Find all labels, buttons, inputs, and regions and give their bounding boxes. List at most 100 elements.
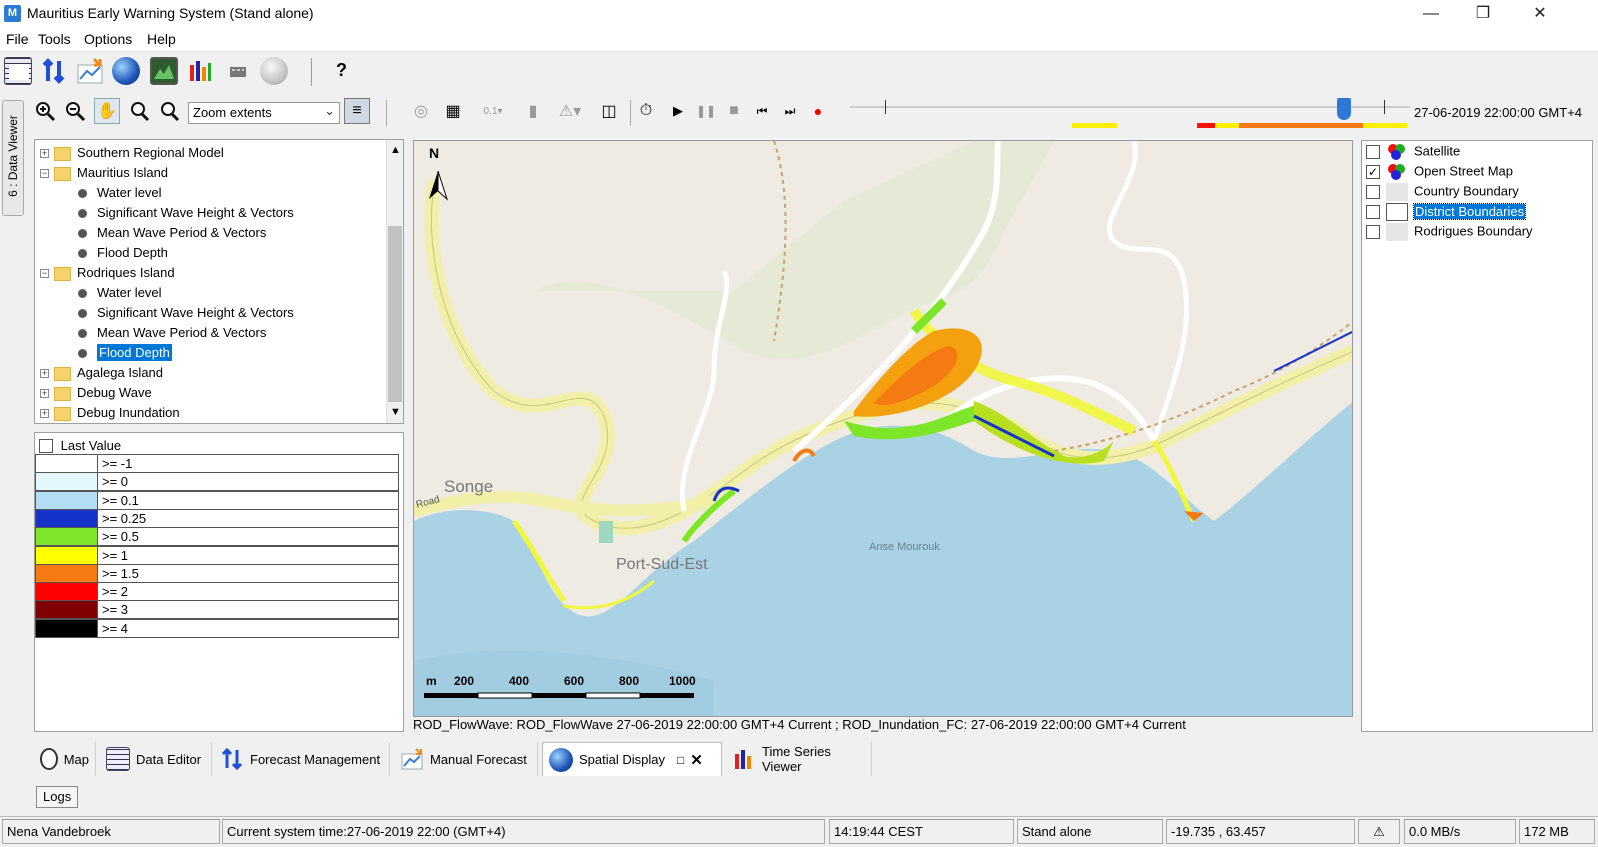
status-mode: Stand alone [1017, 819, 1163, 844]
time-slider-track[interactable] [850, 106, 1410, 108]
warning-icon[interactable]: ⚠ [1358, 819, 1400, 844]
scroll-up-icon[interactable]: ▲ [390, 144, 401, 156]
scale-tick-label: 200 [454, 674, 475, 688]
tab-map[interactable]: Map [34, 742, 96, 776]
tree-folder[interactable]: + Debug Wave [40, 383, 152, 403]
layer-checkbox[interactable]: ✓ [1366, 164, 1380, 179]
tree-folder[interactable]: − Mauritius Island [40, 163, 168, 183]
minimize-button[interactable]: — [1408, 0, 1454, 28]
timeline-warning-bar [1197, 123, 1215, 128]
layer-row[interactable]: ✓ Open Street Map [1366, 161, 1513, 181]
menu-help[interactable]: Help [147, 31, 176, 47]
wiki-icon[interactable] [260, 57, 288, 85]
map-canvas[interactable]: N Songe Port-Sud-Est Anse Mourouk Road m… [413, 140, 1353, 717]
layer-row[interactable]: District Boundaries [1366, 201, 1527, 221]
tree-item[interactable]: Flood Depth [78, 343, 172, 363]
database-icon[interactable] [224, 57, 252, 85]
close-window-button[interactable]: ✕ [1517, 0, 1563, 28]
collapse-icon[interactable]: − [40, 269, 49, 279]
grid-icon[interactable]: ▦ [440, 98, 466, 124]
logs-button[interactable]: Logs [36, 786, 79, 808]
last-value-checkbox[interactable] [39, 438, 53, 453]
tree-scrollbar[interactable]: ▲ ▼ [386, 140, 403, 423]
time-series-icon [732, 747, 756, 771]
animation-icon[interactable]: ◫ [596, 98, 622, 124]
zoom-in-icon[interactable] [32, 98, 58, 124]
tree-item[interactable]: Water level [78, 183, 162, 203]
forecast-management-icon[interactable] [40, 57, 68, 85]
expand-icon[interactable]: + [40, 369, 49, 379]
skip-forward-icon[interactable]: ⏭ [777, 98, 803, 124]
skip-back-icon[interactable]: ⏮ [749, 98, 775, 124]
collapse-icon[interactable]: − [40, 169, 49, 179]
tab-forecast-management[interactable]: Forecast Management [214, 742, 390, 776]
tab-data-editor[interactable]: Data Editor [100, 742, 212, 776]
tree-item[interactable]: Significant Wave Height & Vectors [78, 303, 294, 323]
spatial-display-icon [549, 747, 573, 772]
zoom-extents-select[interactable]: Zoom extents ⌄ [188, 102, 340, 124]
record-icon[interactable]: ● [805, 98, 831, 124]
zoom-previous-icon[interactable] [126, 98, 152, 124]
tree-folder[interactable]: − Rodriques Island [40, 263, 175, 283]
expand-icon[interactable]: + [40, 409, 49, 419]
layer-checkbox[interactable] [1366, 224, 1380, 239]
time-slider-handle[interactable] [1337, 98, 1351, 120]
play-icon[interactable]: ▶ [665, 98, 691, 124]
tree-item[interactable]: Mean Wave Period & Vectors [78, 223, 266, 243]
colorbar-icon[interactable]: ▮ [520, 98, 546, 124]
tree-scroll-thumb[interactable] [388, 226, 402, 402]
spatial-display-icon[interactable] [112, 57, 140, 85]
help-button[interactable]: ? [336, 60, 347, 81]
tree-folder[interactable]: + Agalega Island [40, 363, 163, 383]
tab-spatial-display[interactable]: Spatial Display □ ✕ [542, 742, 722, 776]
layer-checkbox[interactable] [1366, 144, 1380, 159]
place-label-songe: Songe [444, 477, 494, 496]
pan-hand-icon[interactable]: ✋ [94, 98, 120, 124]
layer-label: Rodrigues Boundary [1414, 223, 1533, 239]
timer-icon[interactable]: ⏱ [633, 98, 659, 124]
globe-icon [40, 748, 58, 770]
expand-icon[interactable]: + [40, 149, 49, 159]
last-value-checkbox-row[interactable]: Last Value [39, 437, 121, 453]
stop-icon[interactable]: ■ [721, 98, 747, 124]
close-tab-icon[interactable]: ✕ [690, 751, 703, 769]
tree-folder[interactable]: + Southern Regional Model [40, 143, 224, 163]
legend-row: >= 0.1 [35, 490, 399, 510]
folder-icon [54, 266, 71, 281]
data-editor-icon[interactable] [4, 57, 32, 85]
layer-row[interactable]: Rodrigues Boundary [1366, 221, 1533, 241]
scroll-down-icon[interactable]: ▼ [390, 406, 401, 418]
layer-row[interactable]: Satellite [1366, 141, 1460, 161]
tree-folder[interactable]: + Debug Inundation [40, 403, 180, 423]
tab-manual-forecast[interactable]: Manual Forecast [394, 742, 538, 776]
feature-info-icon[interactable]: ◎ [408, 98, 434, 124]
restore-button[interactable]: ❐ [1460, 0, 1506, 28]
layer-checkbox[interactable] [1366, 184, 1380, 199]
legend-label: >= 3 [102, 602, 129, 618]
expand-icon[interactable]: + [40, 389, 49, 399]
tree-item[interactable]: Flood Depth [78, 243, 168, 263]
menu-options[interactable]: Options [84, 31, 132, 47]
pause-icon[interactable]: ❚❚ [693, 98, 719, 124]
layers-icon[interactable]: ≡ [344, 98, 370, 124]
zoom-next-icon[interactable] [156, 98, 182, 124]
layer-checkbox[interactable] [1366, 204, 1380, 219]
map-view-icon[interactable] [150, 57, 178, 85]
tab-time-series-viewer[interactable]: Time Series Viewer [726, 742, 872, 776]
zoom-out-icon[interactable] [62, 98, 88, 124]
time-series-icon[interactable] [186, 57, 214, 85]
menu-tools[interactable]: Tools [38, 31, 71, 47]
data-viewer-side-tab[interactable]: 6 : Data Viewer [2, 100, 24, 216]
tree-item[interactable]: Mean Wave Period & Vectors [78, 323, 266, 343]
steps-dropdown[interactable]: 0.1 ▾ [476, 98, 510, 124]
tree-item[interactable]: Significant Wave Height & Vectors [78, 203, 294, 223]
tree-item[interactable]: Water level [78, 283, 162, 303]
manual-forecast-icon[interactable] [76, 57, 104, 85]
bottom-tab-bar: Map Data Editor Forecast Management Manu… [34, 742, 874, 778]
data-tree-panel: + Southern Regional Model − Mauritius Islan… [34, 139, 404, 424]
layer-row[interactable]: Country Boundary [1366, 181, 1519, 201]
timeline-warning-bar [1072, 123, 1117, 128]
warning-dropdown-icon[interactable]: ⚠▾ [552, 98, 588, 124]
menu-file[interactable]: File [6, 31, 29, 47]
maximize-tab-icon[interactable]: □ [677, 753, 684, 767]
